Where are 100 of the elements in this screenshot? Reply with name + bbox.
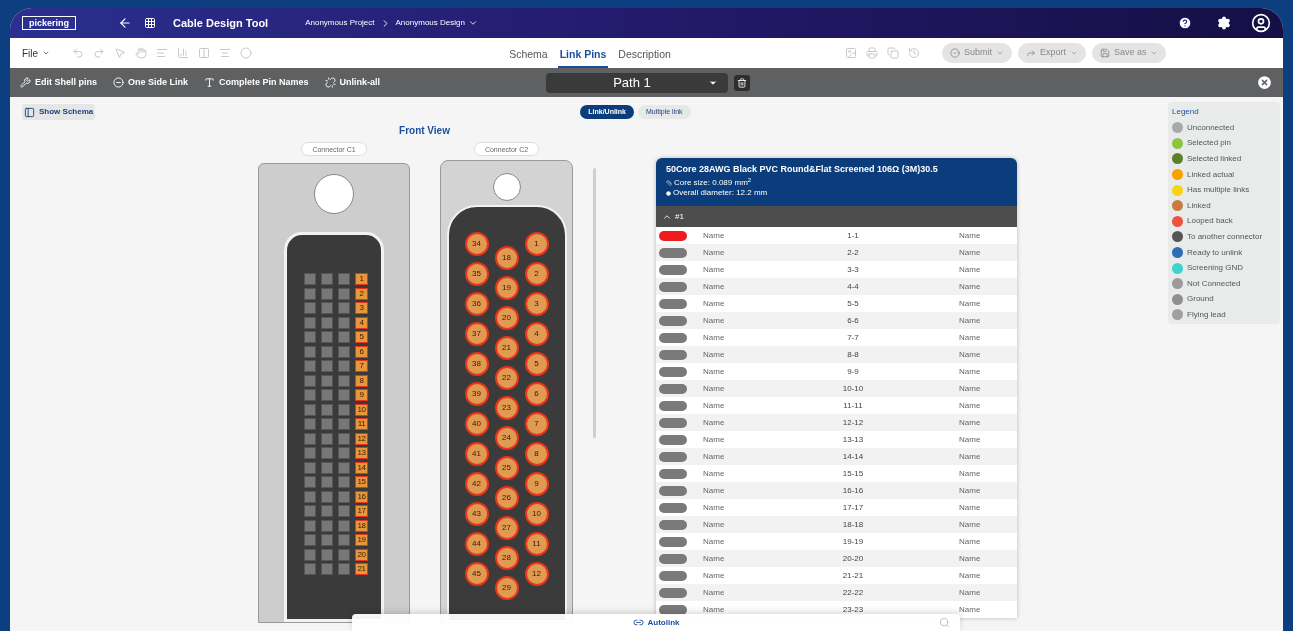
wire-row[interactable]: Name 1-1 Name: [656, 227, 1017, 244]
pin[interactable]: [338, 534, 350, 546]
pin[interactable]: 18: [494, 246, 519, 270]
pin[interactable]: [338, 432, 350, 445]
pin[interactable]: [304, 548, 316, 561]
wire-row[interactable]: Name 4-4 Name: [656, 278, 1017, 295]
pin[interactable]: [304, 374, 316, 387]
wire-row[interactable]: Name 21-21 Name: [656, 567, 1017, 584]
pin[interactable]: 4: [524, 322, 549, 346]
pin[interactable]: [304, 389, 316, 401]
pin[interactable]: [338, 389, 350, 401]
wire-row[interactable]: Name 9-9 Name: [656, 363, 1017, 380]
back-icon[interactable]: [118, 16, 132, 30]
pin[interactable]: 12: [524, 562, 549, 586]
pin[interactable]: 29: [494, 576, 519, 600]
pin[interactable]: [304, 432, 316, 445]
pin[interactable]: [304, 287, 316, 300]
pin[interactable]: [304, 316, 316, 329]
pin[interactable]: 40: [464, 412, 489, 436]
pin[interactable]: [304, 302, 316, 314]
pin[interactable]: [321, 418, 333, 430]
help-icon[interactable]: [1178, 16, 1192, 30]
action-link[interactable]: Edit Shell pins: [20, 75, 97, 90]
pin[interactable]: 6: [355, 345, 368, 358]
close-icon[interactable]: [1256, 74, 1273, 91]
pin[interactable]: [321, 563, 333, 575]
pin[interactable]: 3: [355, 302, 368, 314]
pin[interactable]: [321, 476, 333, 488]
autolink-bar[interactable]: Autolink: [352, 614, 960, 631]
pin[interactable]: [304, 360, 316, 372]
pin[interactable]: 36: [464, 292, 489, 316]
pin[interactable]: 35: [464, 262, 489, 286]
wire-row[interactable]: Name 15-15 Name: [656, 465, 1017, 482]
show-schema-button[interactable]: Show Schema: [22, 104, 96, 120]
pin[interactable]: [321, 505, 333, 517]
pin[interactable]: [338, 490, 350, 503]
action-link[interactable]: Complete Pin Names: [204, 75, 309, 90]
pin[interactable]: [338, 345, 350, 358]
pin[interactable]: [321, 389, 333, 401]
pin[interactable]: 10: [524, 502, 549, 526]
pin[interactable]: [321, 374, 333, 387]
pin[interactable]: [338, 360, 350, 372]
pin[interactable]: 44: [464, 532, 489, 556]
pin[interactable]: 6: [524, 382, 549, 406]
view-tab[interactable]: Description: [616, 47, 673, 68]
pin[interactable]: [338, 316, 350, 329]
pin[interactable]: [338, 418, 350, 430]
view-tab[interactable]: Schema: [507, 47, 550, 68]
wire-row[interactable]: Name 7-7 Name: [656, 329, 1017, 346]
pin[interactable]: 17: [355, 505, 368, 517]
wire-row[interactable]: Name 22-22 Name: [656, 584, 1017, 601]
pin[interactable]: 45: [464, 562, 489, 586]
apps-icon[interactable]: [144, 17, 156, 29]
wire-row[interactable]: Name 8-8 Name: [656, 346, 1017, 363]
pin[interactable]: 21: [494, 336, 519, 360]
pin[interactable]: 19: [494, 276, 519, 300]
pin[interactable]: [338, 563, 350, 575]
pin[interactable]: [338, 374, 350, 387]
pin[interactable]: [321, 360, 333, 372]
user-icon[interactable]: [1251, 13, 1271, 33]
pin[interactable]: 21: [355, 563, 368, 575]
pin[interactable]: [304, 418, 316, 430]
pin[interactable]: [321, 548, 333, 561]
wire-row[interactable]: Name 13-13 Name: [656, 431, 1017, 448]
pin[interactable]: 13: [355, 447, 368, 459]
pin[interactable]: 2: [355, 287, 368, 300]
wire-row[interactable]: Name 11-11 Name: [656, 397, 1017, 414]
pin[interactable]: 25: [494, 456, 519, 480]
pin[interactable]: 42: [464, 472, 489, 496]
pin[interactable]: 9: [355, 389, 368, 401]
pin[interactable]: 34: [464, 232, 489, 256]
pin[interactable]: [304, 345, 316, 358]
pin[interactable]: [338, 519, 350, 532]
pin[interactable]: [338, 287, 350, 300]
pin[interactable]: 7: [355, 360, 368, 372]
action-link[interactable]: One Side Link: [113, 75, 189, 90]
wire-row[interactable]: Name 18-18 Name: [656, 516, 1017, 533]
pin[interactable]: [338, 403, 350, 416]
pin[interactable]: [321, 432, 333, 445]
wire-row[interactable]: Name 10-10 Name: [656, 380, 1017, 397]
pin[interactable]: [321, 302, 333, 314]
pin[interactable]: 5: [524, 352, 549, 376]
pin[interactable]: 1: [355, 273, 368, 285]
pin[interactable]: 8: [355, 374, 368, 387]
wire-row[interactable]: Name 5-5 Name: [656, 295, 1017, 312]
pin[interactable]: [321, 316, 333, 329]
pin[interactable]: 39: [464, 382, 489, 406]
pin[interactable]: [304, 447, 316, 459]
wire-row[interactable]: Name 12-12 Name: [656, 414, 1017, 431]
pin[interactable]: [304, 461, 316, 474]
pin[interactable]: 20: [355, 548, 368, 561]
wire-row[interactable]: Name 20-20 Name: [656, 550, 1017, 567]
pin[interactable]: [321, 273, 333, 285]
pin[interactable]: 20: [494, 306, 519, 330]
pin[interactable]: 3: [524, 292, 549, 316]
wire-row[interactable]: Name 17-17 Name: [656, 499, 1017, 516]
pin[interactable]: [321, 534, 333, 546]
group-header[interactable]: #1: [656, 206, 1017, 227]
pin[interactable]: [321, 287, 333, 300]
pin[interactable]: 1: [524, 232, 549, 256]
